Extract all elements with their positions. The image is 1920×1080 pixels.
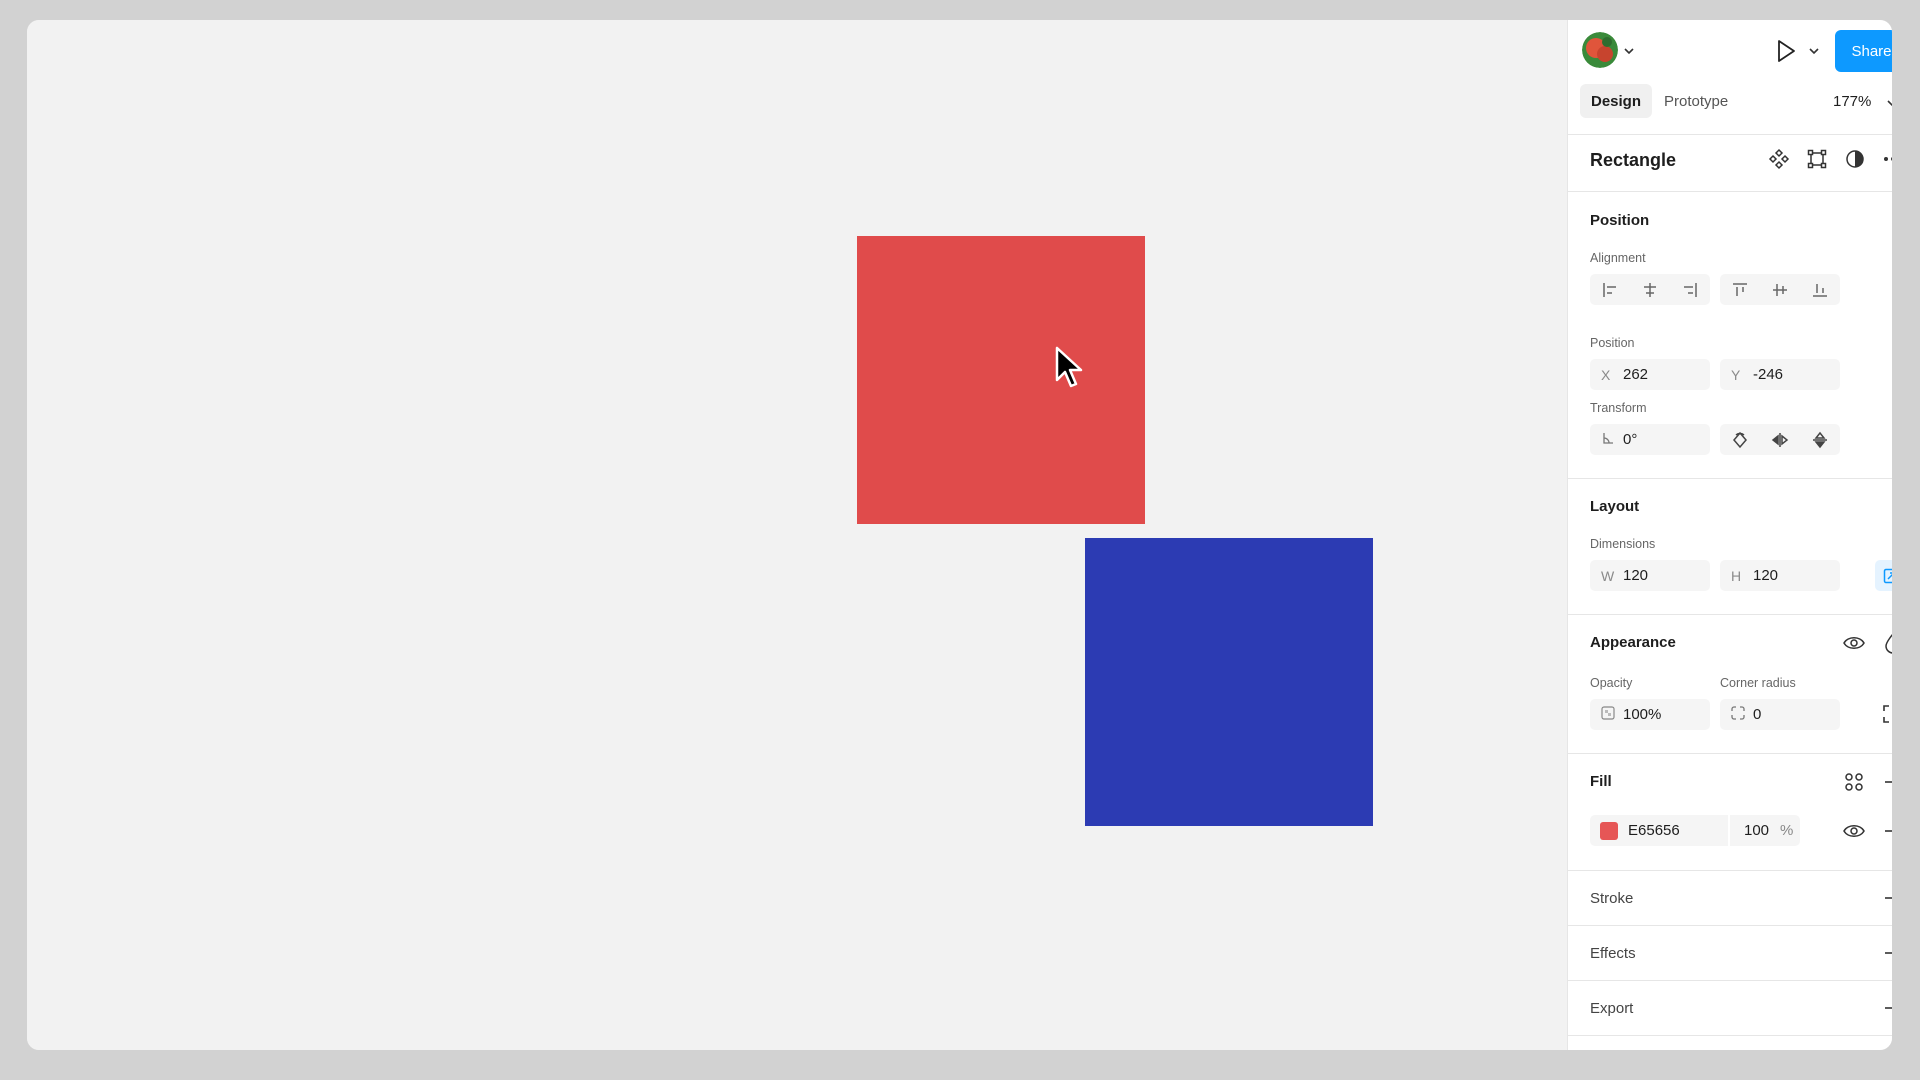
height-value[interactable]: 120: [1753, 567, 1778, 584]
fill-hex-value[interactable]: E65656: [1628, 822, 1728, 839]
corner-radius-label: Corner radius: [1720, 676, 1796, 690]
constrain-proportions-button[interactable]: [1875, 560, 1892, 591]
divider: [1568, 478, 1892, 479]
play-icon[interactable]: [1774, 38, 1798, 64]
independent-corners-icon[interactable]: [1881, 703, 1892, 725]
divider: [1568, 191, 1892, 192]
horizontal-alignment-group: [1590, 274, 1710, 305]
alignment-label: Alignment: [1590, 251, 1646, 265]
transform-actions-group: [1720, 424, 1840, 455]
divider: [1568, 925, 1892, 926]
rotation-value[interactable]: 0°: [1623, 431, 1637, 448]
section-title-fill: Fill: [1590, 773, 1612, 790]
corner-radius-field[interactable]: 0: [1720, 699, 1840, 730]
h-prefix: H: [1731, 567, 1742, 584]
canvas[interactable]: [27, 20, 1567, 1050]
properties-panel: Share Design Prototype 177% Rectangle Po…: [1567, 20, 1892, 1050]
align-horizontal-center-icon[interactable]: [1630, 274, 1670, 305]
align-top-icon[interactable]: [1720, 274, 1760, 305]
corner-radius-value[interactable]: 0: [1753, 706, 1761, 723]
dimensions-label: Dimensions: [1590, 537, 1656, 551]
chevron-down-icon[interactable]: [1808, 46, 1820, 56]
y-position-field[interactable]: Y -246: [1720, 359, 1840, 390]
divider: [1568, 753, 1892, 754]
zoom-chevron-down-icon[interactable]: [1886, 98, 1892, 108]
blue-rectangle[interactable]: [1085, 538, 1373, 826]
blend-mode-drop-icon[interactable]: [1881, 631, 1892, 655]
corner-radius-icon: [1731, 706, 1753, 723]
styles-grid-icon[interactable]: [1842, 770, 1866, 794]
position-label: Position: [1590, 336, 1635, 350]
vertical-alignment-group: [1720, 274, 1840, 305]
flip-horizontal-icon[interactable]: [1760, 424, 1800, 455]
fill-swatch[interactable]: [1600, 821, 1618, 840]
align-bottom-icon[interactable]: [1800, 274, 1840, 305]
opacity-label: Opacity: [1590, 676, 1633, 690]
component-icon[interactable]: [1767, 147, 1791, 171]
mask-icon[interactable]: [1843, 147, 1867, 171]
divider: [1568, 870, 1892, 871]
divider: [1568, 134, 1892, 135]
fill-visibility-eye-icon[interactable]: [1842, 819, 1866, 843]
opacity-checker-icon: [1601, 706, 1623, 723]
more-options-icon[interactable]: [1881, 147, 1892, 171]
opacity-value[interactable]: 100%: [1623, 706, 1661, 723]
add-stroke-plus-icon[interactable]: [1881, 886, 1892, 910]
divider: [1568, 614, 1892, 615]
w-prefix: W: [1601, 567, 1615, 584]
x-prefix: X: [1601, 366, 1611, 383]
x-position-field[interactable]: X 262: [1590, 359, 1710, 390]
tab-design[interactable]: Design: [1580, 84, 1652, 118]
section-title-effects: Effects: [1590, 945, 1636, 962]
section-title-position: Position: [1590, 212, 1650, 229]
section-title-appearance: Appearance: [1590, 634, 1676, 651]
rotation-field[interactable]: 0°: [1590, 424, 1710, 455]
layer-title: Rectangle: [1590, 150, 1677, 170]
y-value[interactable]: -246: [1753, 366, 1783, 383]
add-effect-plus-icon[interactable]: [1881, 941, 1892, 965]
divider: [1568, 1035, 1892, 1036]
section-title-export: Export: [1590, 1000, 1634, 1017]
fill-opacity-value[interactable]: 100: [1744, 822, 1774, 839]
section-title-stroke: Stroke: [1590, 890, 1634, 907]
chevron-down-icon[interactable]: [1623, 46, 1635, 56]
remove-fill-minus-icon[interactable]: [1881, 819, 1892, 843]
align-left-icon[interactable]: [1590, 274, 1630, 305]
zoom-level[interactable]: 177%: [1833, 93, 1871, 110]
add-export-plus-icon[interactable]: [1881, 996, 1892, 1020]
opacity-field[interactable]: 100%: [1590, 699, 1710, 730]
y-prefix: Y: [1731, 366, 1741, 383]
divider: [1568, 980, 1892, 981]
width-field[interactable]: W 120: [1590, 560, 1710, 591]
flip-vertical-icon[interactable]: [1800, 424, 1840, 455]
app-window: Share Design Prototype 177% Rectangle Po…: [27, 20, 1892, 1050]
add-fill-plus-icon[interactable]: [1881, 770, 1892, 794]
mouse-cursor-icon: [1055, 346, 1083, 388]
align-right-icon[interactable]: [1670, 274, 1710, 305]
resize-icon: [1883, 568, 1892, 583]
red-rectangle[interactable]: [857, 236, 1145, 524]
align-vertical-center-icon[interactable]: [1760, 274, 1800, 305]
share-button[interactable]: Share: [1835, 30, 1892, 72]
rotation-angle-icon: [1601, 431, 1623, 448]
eye-icon[interactable]: [1842, 631, 1866, 655]
frame-selection-icon[interactable]: [1805, 147, 1829, 171]
height-field[interactable]: H 120: [1720, 560, 1840, 591]
width-value[interactable]: 120: [1623, 567, 1648, 584]
field-divider: [1728, 815, 1730, 846]
tab-prototype[interactable]: Prototype: [1664, 84, 1728, 118]
avatar[interactable]: [1582, 32, 1618, 68]
section-title-layout: Layout: [1590, 498, 1640, 515]
fill-percent-sign: %: [1780, 822, 1794, 839]
x-value[interactable]: 262: [1623, 366, 1648, 383]
rotate-90-icon[interactable]: [1720, 424, 1760, 455]
transform-label: Transform: [1590, 401, 1647, 415]
fill-color-field[interactable]: E65656 100 %: [1590, 815, 1800, 846]
